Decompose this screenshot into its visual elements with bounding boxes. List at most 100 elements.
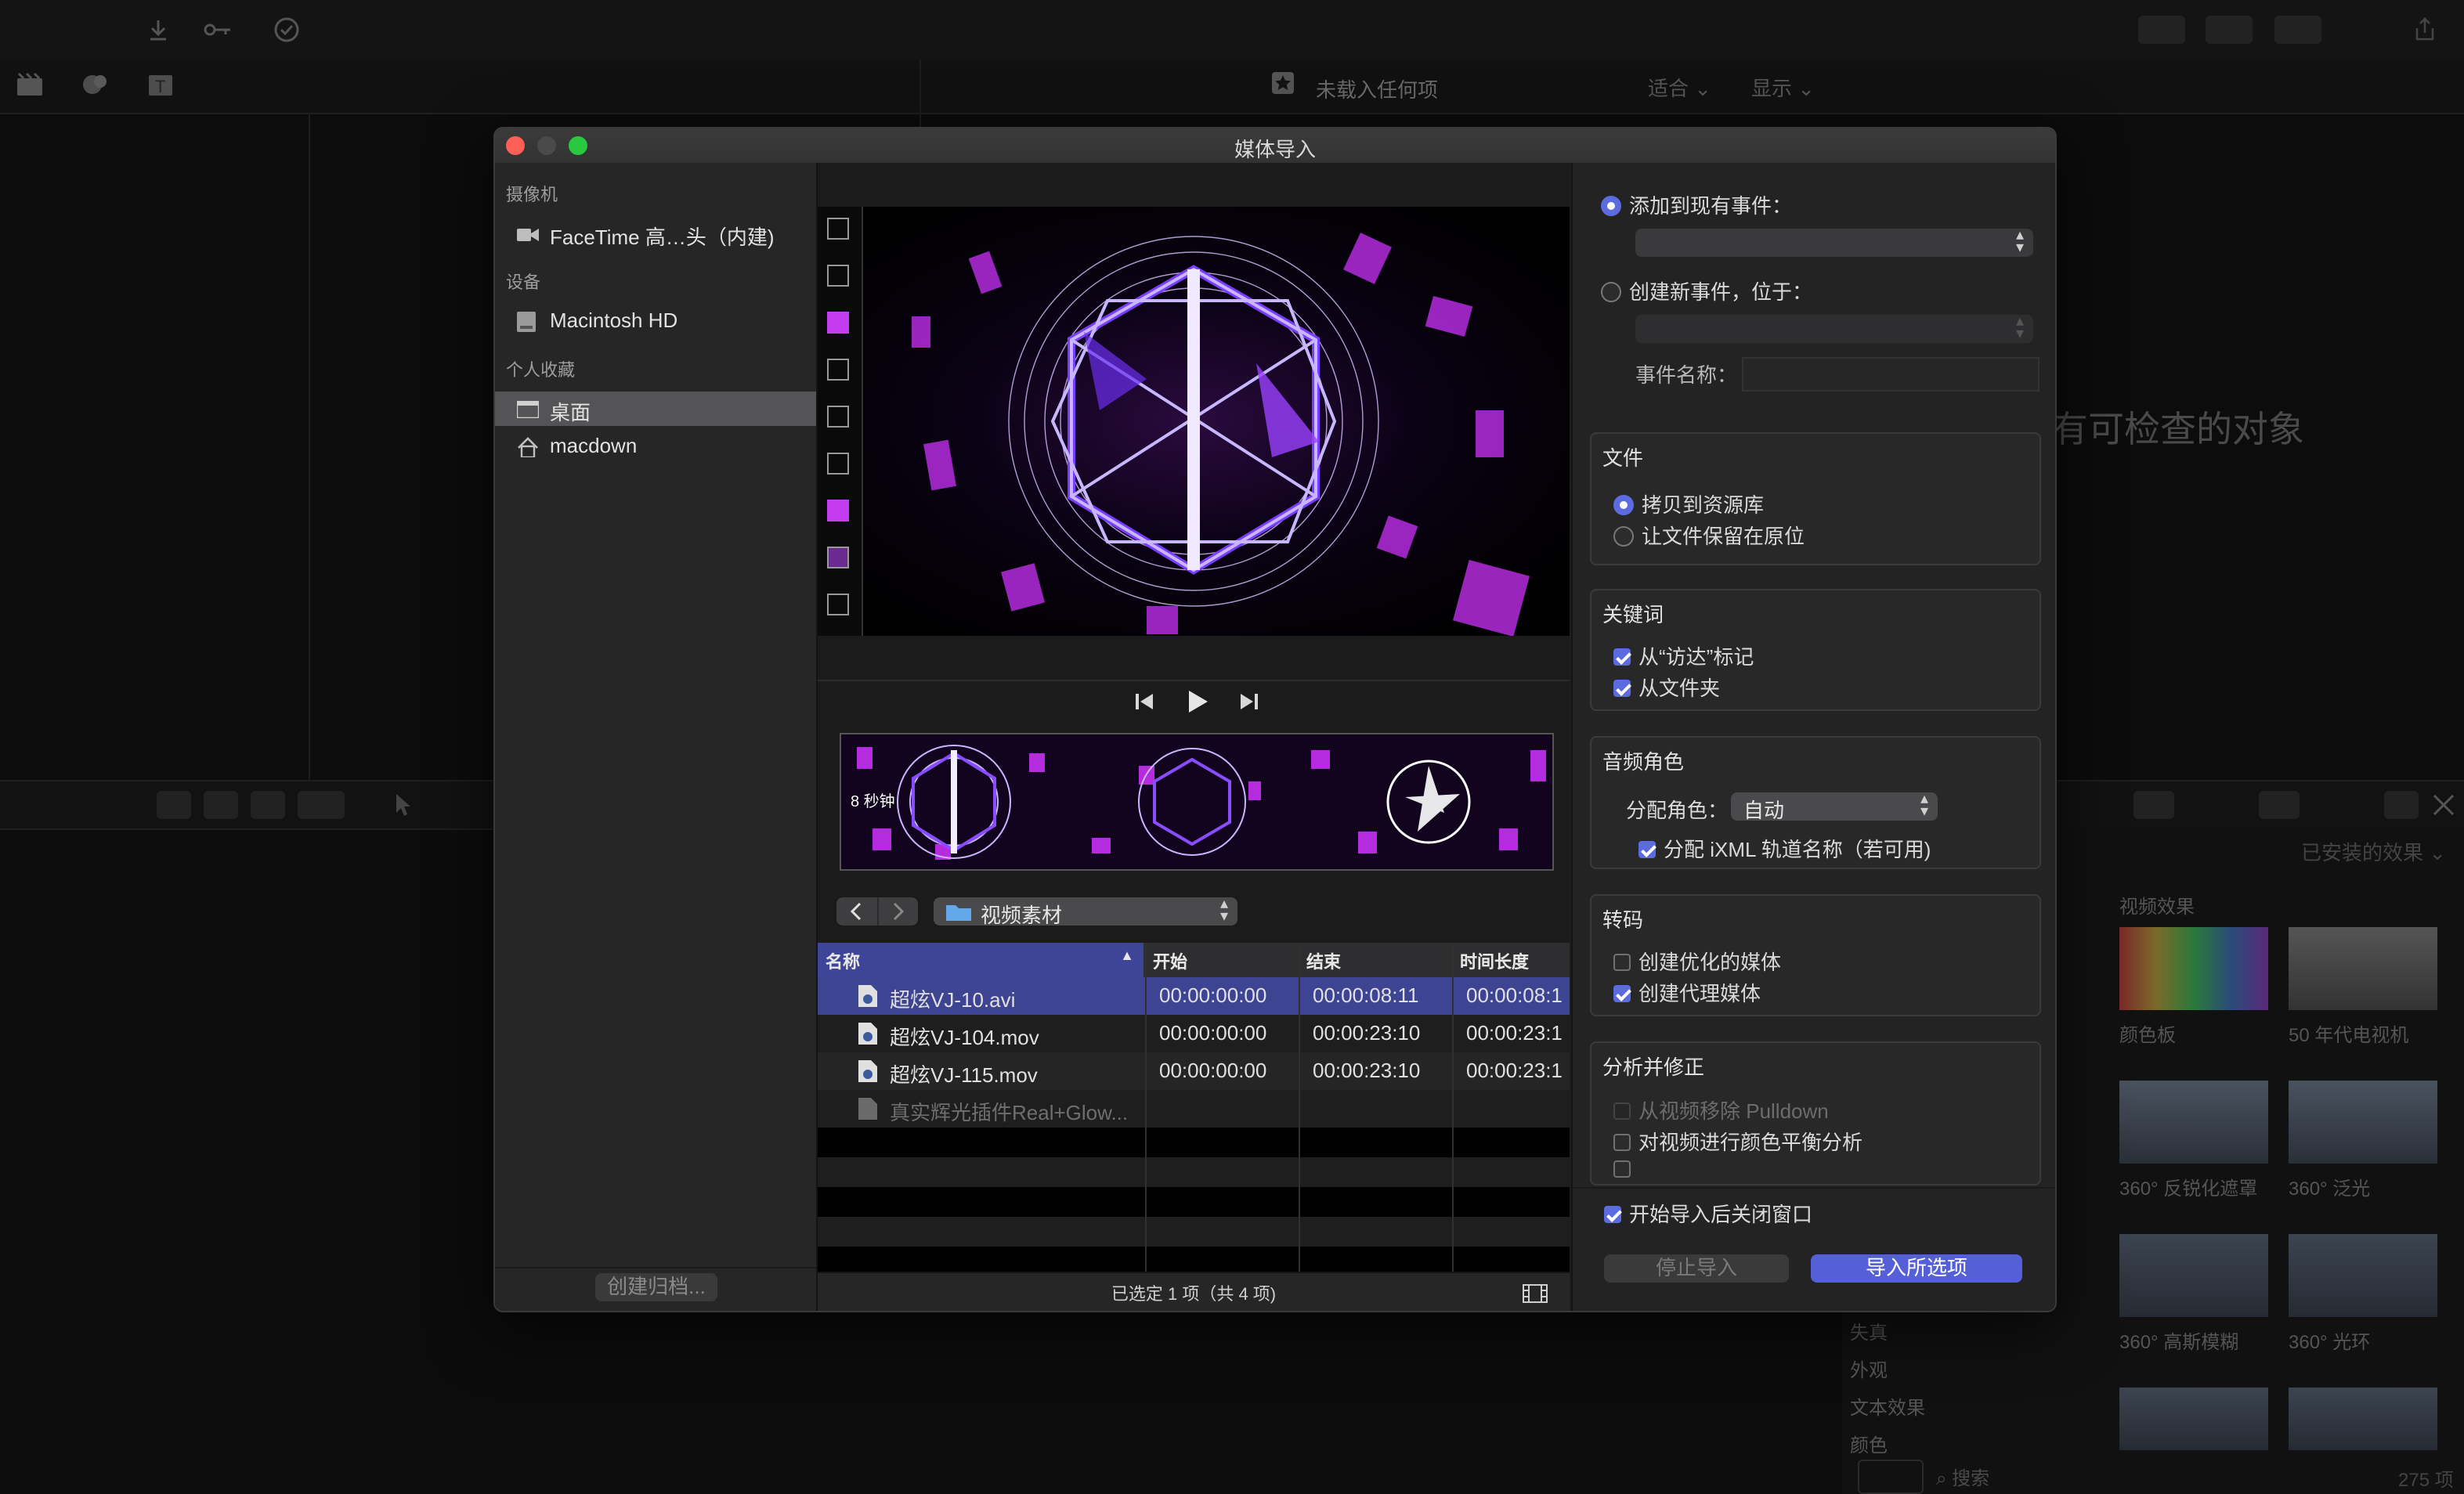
video-file-icon <box>858 1060 877 1087</box>
effects-filter-dropdown[interactable]: 已安装的效果 ⌄ <box>2301 836 2446 866</box>
frame-checkbox[interactable] <box>827 594 849 615</box>
import-selected-button[interactable]: 导入所选项 <box>1811 1254 2022 1283</box>
frame-checkbox[interactable] <box>827 500 849 521</box>
clip-filmstrip[interactable]: 8 秒钟 <box>840 733 1554 871</box>
timeline-tool-2[interactable] <box>204 791 238 819</box>
frame-checkbox[interactable] <box>827 218 849 240</box>
play-icon[interactable] <box>1184 689 1209 722</box>
table-row[interactable]: 超炫VJ-115.mov 00:00:00:00 00:00:23:10 00:… <box>818 1052 1570 1090</box>
timeline-tool-4[interactable] <box>298 791 345 819</box>
filmstrip-thumbnails <box>841 734 1552 869</box>
partially-hidden-checkbox[interactable] <box>1613 1157 1638 1181</box>
effects-category-looks[interactable]: 外观 <box>1850 1356 1888 1383</box>
column-header-end[interactable]: 结束 <box>1299 943 1452 977</box>
color-balance-checkbox[interactable]: 对视频进行颜色平衡分析 <box>1613 1126 1862 1156</box>
frame-checkbox[interactable] <box>827 406 849 428</box>
existing-event-popup[interactable]: ▴ ▾ <box>1635 228 2033 257</box>
frame-checkbox[interactable] <box>827 312 849 334</box>
table-row[interactable]: 超炫VJ-104.mov 00:00:00:00 00:00:23:10 00:… <box>818 1015 1570 1052</box>
transcode-group: 转码 创建优化的媒体 创建代理媒体 <box>1590 894 2041 1016</box>
sidebar-item-macintosh-hd[interactable]: Macintosh HD <box>495 304 816 338</box>
sidebar-item-macdown[interactable]: macdown <box>495 429 816 464</box>
stop-import-button[interactable]: 停止导入 <box>1604 1254 1789 1283</box>
timeline-tool-1[interactable] <box>157 791 191 819</box>
effect-thumb[interactable] <box>2119 1081 2268 1164</box>
forward-button[interactable] <box>877 897 918 926</box>
effect-label: 50 年代电视机 <box>2289 1024 2409 1046</box>
transitions-icon[interactable] <box>2431 792 2456 825</box>
effects-search-input[interactable]: ⌕ 搜索 <box>1936 1464 1989 1491</box>
column-divider <box>1145 943 1147 1272</box>
effects-category-text[interactable]: 文本效果 <box>1850 1394 1925 1420</box>
frame-checkbox[interactable] <box>827 359 849 381</box>
star-icon <box>1272 72 1294 102</box>
assign-roles-popup[interactable]: 自动 ▴ ▾ <box>1731 792 1938 822</box>
layout-button-3[interactable] <box>2274 16 2321 44</box>
effects-browser-button[interactable] <box>2384 791 2419 819</box>
libraries-icon[interactable] <box>16 72 44 105</box>
sidebar-item-facetime[interactable]: FaceTime 高…头（内建) <box>495 216 816 251</box>
key-icon[interactable] <box>194 16 241 44</box>
close-after-import-checkbox[interactable]: 开始导入后关闭窗口 <box>1604 1198 1812 1228</box>
effect-thumb-50s-tv[interactable] <box>2289 927 2437 1010</box>
duration: 00:00:23:1 <box>1466 1059 1563 1082</box>
create-optimized-checkbox[interactable]: 创建优化的媒体 <box>1613 946 1781 976</box>
column-header-duration[interactable]: 时间长度 <box>1452 943 1570 977</box>
column-header-name[interactable]: 名称 ▲ <box>818 943 1145 977</box>
photos-audio-icon[interactable] <box>81 72 110 105</box>
next-frame-icon[interactable] <box>1237 691 1259 720</box>
layout-button-2[interactable] <box>2206 16 2253 44</box>
sidebar-item-desktop[interactable]: 桌面 <box>495 392 816 426</box>
import-icon[interactable] <box>135 16 182 44</box>
duration: 00:00:23:1 <box>1466 1021 1563 1045</box>
effects-category-color[interactable]: 颜色 <box>1850 1431 1888 1458</box>
clip-duration-label: 8 秒钟 <box>851 794 895 811</box>
leave-in-place-radio[interactable]: 让文件保留在原位 <box>1613 520 1805 550</box>
status-bar: 已选定 1 项（共 4 项) <box>818 1272 1570 1311</box>
copy-to-library-radio[interactable]: 拷贝到资源库 <box>1613 489 1764 518</box>
folder-popup[interactable]: 视频素材 ▴ ▾ <box>934 897 1237 927</box>
frame-checkbox[interactable] <box>827 453 849 475</box>
table-row[interactable]: 超炫VJ-10.avi 00:00:00:00 00:00:08:11 00:0… <box>818 977 1570 1015</box>
remove-pulldown-checkbox[interactable]: 从视频移除 Pulldown <box>1613 1095 1829 1124</box>
event-name-input[interactable] <box>1742 357 2039 392</box>
from-folders-checkbox[interactable]: 从文件夹 <box>1613 672 1720 702</box>
frame-checkbox[interactable] <box>827 547 849 568</box>
fit-menu[interactable]: 适合 ⌄ <box>1648 72 1711 102</box>
new-event-location-popup[interactable]: ▴ ▾ <box>1635 314 2033 343</box>
back-button[interactable] <box>836 897 879 926</box>
create-proxy-checkbox[interactable]: 创建代理媒体 <box>1613 977 1761 1007</box>
assign-ixml-checkbox[interactable]: 分配 iXML 轨道名称（若可用) <box>1638 833 1931 863</box>
effect-thumb[interactable] <box>2289 1081 2437 1164</box>
from-finder-tags-checkbox[interactable]: 从“访达”标记 <box>1613 641 1754 670</box>
arrow-tool-icon[interactable] <box>392 792 423 825</box>
effect-thumb[interactable] <box>2289 1234 2437 1317</box>
effect-label: 360° 泛光 <box>2289 1178 2371 1200</box>
effect-thumb[interactable] <box>2119 1388 2268 1450</box>
effects-category-distortion[interactable]: 失真 <box>1850 1319 1888 1345</box>
create-new-event-radio[interactable]: 创建新事件，位于： <box>1601 276 1812 305</box>
frame-checkbox[interactable] <box>827 265 849 287</box>
titles-generators-icon[interactable]: T <box>147 72 175 105</box>
effect-thumb-color-board[interactable] <box>2119 927 2268 1010</box>
table-row[interactable]: 真实辉光插件Real+Glow... <box>818 1090 1570 1128</box>
timeline-tool-3[interactable] <box>251 791 285 819</box>
layout-button-1[interactable] <box>2138 16 2185 44</box>
filmstrip-view-icon[interactable] <box>1523 1283 1548 1311</box>
add-to-existing-event-radio[interactable]: 添加到现有事件： <box>1601 189 1792 219</box>
keywords-group: 关键词 从“访达”标记 从文件夹 <box>1590 589 2041 711</box>
file-name: 真实辉光插件Real+Glow... <box>890 1101 1129 1124</box>
files-title: 文件 <box>1602 446 1644 470</box>
audio-skimming-button[interactable] <box>2133 791 2174 819</box>
share-icon[interactable] <box>2412 17 2437 50</box>
check-circle-icon[interactable] <box>263 16 310 44</box>
effect-thumb[interactable] <box>2119 1234 2268 1317</box>
sidebar-toggle-button[interactable] <box>1858 1460 1924 1494</box>
previous-frame-icon[interactable] <box>1134 691 1156 720</box>
column-header-start[interactable]: 开始 <box>1145 943 1299 977</box>
display-menu[interactable]: 显示 ⌄ <box>1751 72 1815 102</box>
create-archive-button[interactable]: 创建归档... <box>595 1273 717 1301</box>
snapping-button[interactable] <box>2259 791 2300 819</box>
browser-area: 8 秒钟 视频素材 ▴ ▾ 名称 ▲ 开始 结束 时间长度 超炫VJ-10.avi <box>818 163 1570 1311</box>
effect-thumb[interactable] <box>2289 1388 2437 1450</box>
